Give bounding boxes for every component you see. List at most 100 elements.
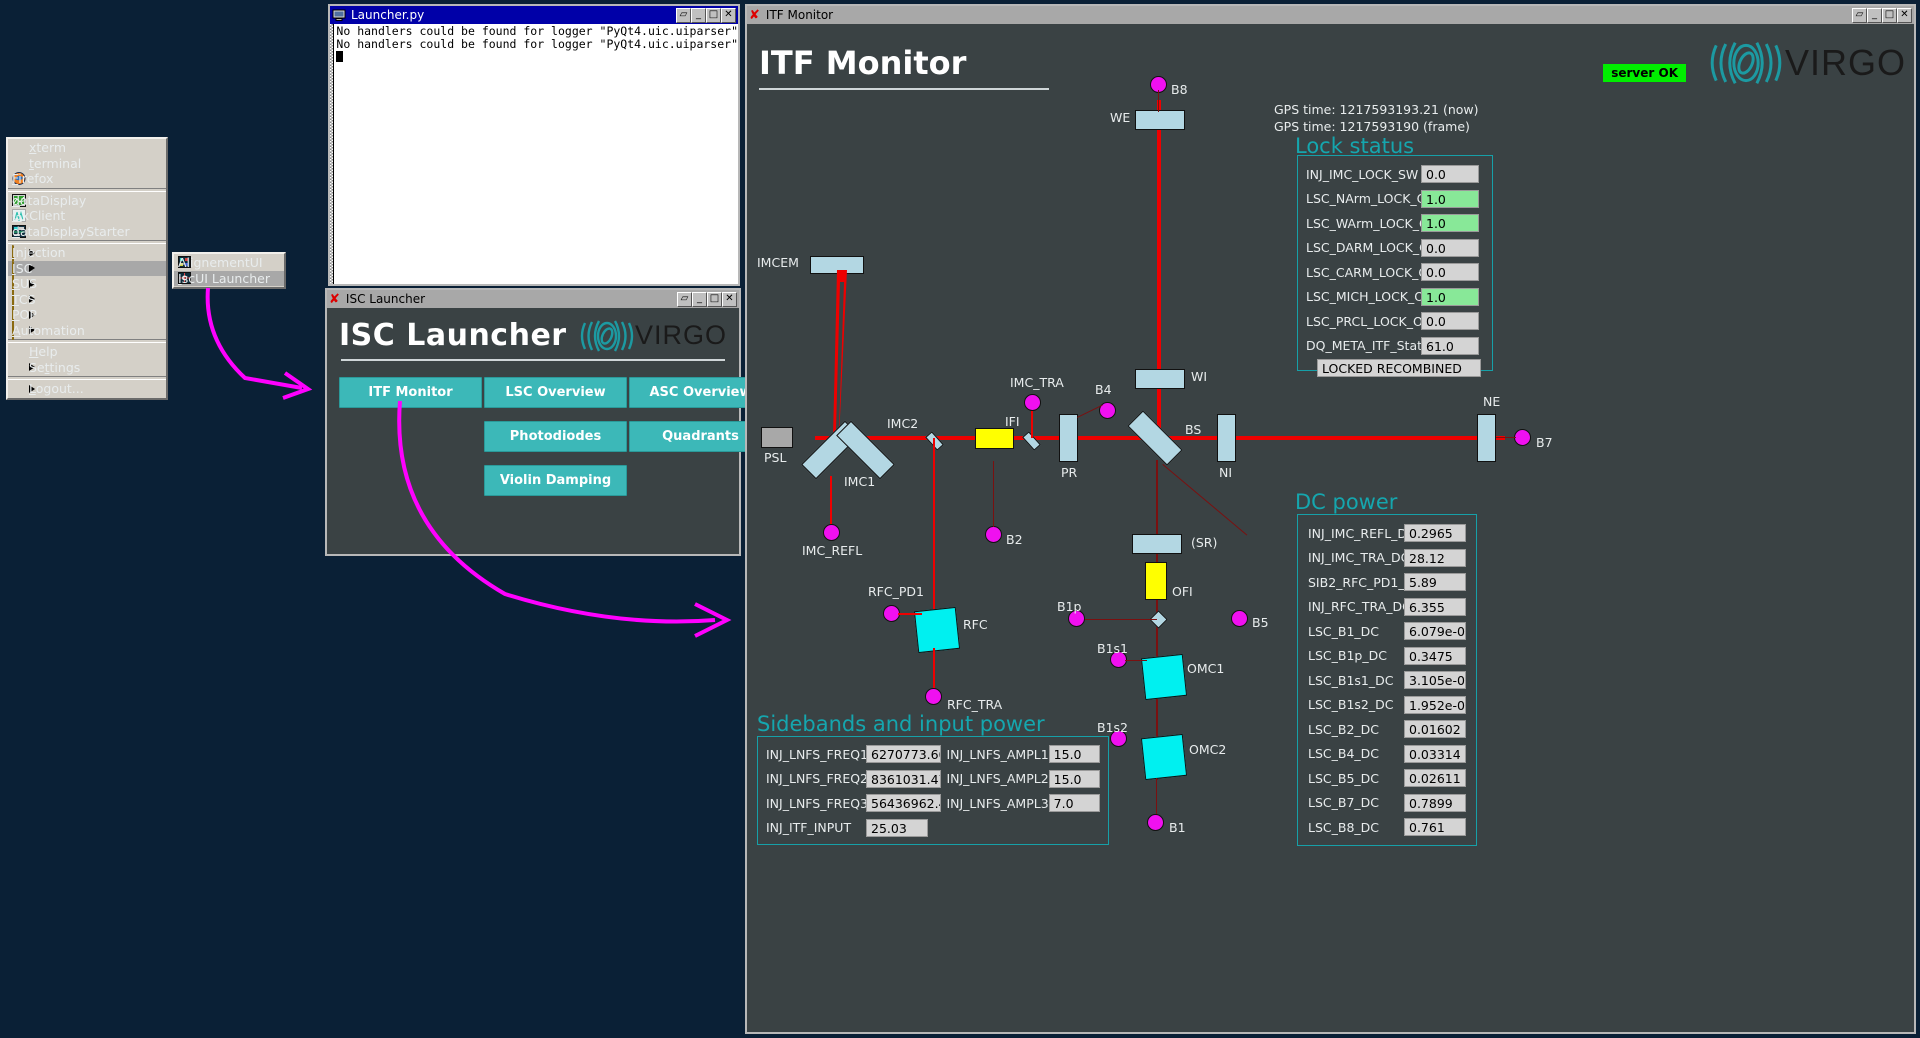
menu-item-help[interactable]: Help — [8, 344, 166, 360]
maximize-button[interactable]: □ — [1882, 7, 1897, 23]
launcher-py-titlebar[interactable]: Launcher.py ⏥ _ □ ✕ — [330, 6, 738, 24]
dc-power-value[interactable]: 6.079e-05 — [1404, 622, 1466, 641]
dc-power-value[interactable]: 0.3475 — [1404, 646, 1466, 665]
button-column-2: LSC Overview Photodiodes Violin Damping — [484, 377, 627, 496]
b7-label: B7 — [1536, 435, 1553, 450]
minimize-button[interactable]: _ — [692, 291, 707, 307]
sideband-value[interactable]: 8361031.47 — [866, 769, 942, 788]
sideband-value-2[interactable]: 15.0 — [1048, 769, 1100, 788]
itf-monitor-button[interactable]: ITF Monitor — [339, 377, 482, 408]
gps-time-frame: GPS time: 1217593190 (frame) — [1274, 119, 1470, 134]
lock-status-value[interactable]: 1.0 — [1421, 214, 1479, 233]
close-icon[interactable]: ✘ — [749, 8, 760, 23]
window-controls[interactable]: ⏥ _ □ ✕ — [676, 7, 736, 23]
close-button[interactable]: ✕ — [722, 291, 737, 307]
window-controls[interactable]: ⏥ _ □ ✕ — [1852, 7, 1912, 23]
sr-label: (SR) — [1191, 535, 1218, 550]
lock-status-label: INJ_IMC_LOCK_SW — [1306, 166, 1419, 182]
close-button[interactable]: ✕ — [1897, 7, 1912, 23]
shade-button[interactable]: ⏥ — [676, 7, 691, 23]
dc-power-value[interactable]: 5.89 — [1404, 573, 1466, 592]
menu-item-terminal[interactable]: terminal — [8, 156, 166, 172]
dc-power-value[interactable]: 0.03314 — [1404, 744, 1466, 763]
lock-status-value[interactable]: 1.0 — [1421, 189, 1479, 208]
submenu-item-iscui-launcher[interactable]: IscUI Launcher — [174, 270, 284, 286]
dc-power-value[interactable]: 6.355 — [1404, 597, 1466, 616]
dc-power-row: LSC_B2_DC 0.01602 — [1308, 717, 1468, 742]
shade-button[interactable]: ⏥ — [677, 291, 692, 307]
minimize-button[interactable]: _ — [1867, 7, 1882, 23]
menu-item-automation[interactable]: Automation — [8, 322, 166, 340]
sideband-row: INJ_LNFS_FREQ1 6270773.60 INJ_LNFS_AMPL1… — [766, 742, 1100, 767]
menu-item-pop[interactable]: POP — [8, 307, 166, 325]
menu-item-datadisplaystarter[interactable]: dataDisplayStarter — [8, 224, 166, 240]
shade-button[interactable]: ⏥ — [1852, 7, 1867, 23]
title-divider — [759, 88, 1049, 90]
menu-item-firefox[interactable]: Firefox — [8, 171, 166, 187]
dc-power-value[interactable]: 0.761 — [1404, 818, 1466, 837]
dc-power-value[interactable]: 0.7899 — [1404, 793, 1466, 812]
photodiodes-button[interactable]: Photodiodes — [484, 421, 627, 452]
sideband-value-2[interactable]: 7.0 — [1048, 794, 1100, 813]
meta-itf-state-text: LOCKED RECOMBINED — [1317, 359, 1481, 377]
lock-status-value[interactable]: 1.0 — [1421, 287, 1479, 306]
imc-tra-photodiode[interactable] — [1024, 394, 1041, 411]
dc-power-title: DC power — [1295, 490, 1398, 514]
minimize-button[interactable]: _ — [691, 7, 706, 23]
menu-item-datadisplay[interactable]: dataDisplay — [8, 193, 166, 209]
menu-item-tcs[interactable]: TCS — [8, 291, 166, 309]
b7-photodiode[interactable] — [1514, 429, 1531, 446]
isc-launcher-titlebar[interactable]: ✘ ISC Launcher ⏥ _ □ ✕ — [327, 290, 739, 308]
imc-refl-photodiode[interactable] — [823, 524, 840, 541]
sideband-label: INJ_ITF_INPUT — [766, 820, 852, 836]
submenu-item-alignementui[interactable]: AlignementUI — [174, 255, 284, 271]
itf-monitor-titlebar[interactable]: ✘ ITF Monitor ⏥ _ □ ✕ — [747, 6, 1914, 24]
rfc-tra-photodiode[interactable] — [925, 688, 942, 705]
lock-status-value[interactable]: 0.0 — [1421, 312, 1479, 331]
menu-item-sus[interactable]: SUS — [8, 276, 166, 294]
dc-power-value[interactable]: 3.105e-05 — [1404, 671, 1466, 690]
menu-item-settings[interactable]: Settings — [8, 360, 166, 376]
dc-power-value[interactable]: 28.12 — [1404, 548, 1466, 567]
lock-status-value[interactable]: 0.0 — [1421, 238, 1479, 257]
itf-monitor-window[interactable]: ✘ ITF Monitor ⏥ _ □ ✕ ITF Monitor server… — [745, 4, 1916, 1034]
isc-launcher-window[interactable]: ✘ ISC Launcher ⏥ _ □ ✕ ISC Launcher VIRG… — [325, 288, 772, 556]
omc1-label: OMC1 — [1187, 661, 1225, 676]
menu-item-isc[interactable]: ISC — [8, 260, 166, 278]
root-menu[interactable]: xterm terminal Firefox dataDisplay GxCli… — [6, 137, 168, 400]
window-controls[interactable]: ⏥ _ □ ✕ — [677, 291, 737, 307]
we-label: WE — [1110, 110, 1131, 125]
sidebands-title: Sidebands and input power — [757, 712, 1045, 736]
maximize-button[interactable]: □ — [706, 7, 721, 23]
menu-item-xterm[interactable]: xterm — [8, 140, 166, 156]
menu-item-logout[interactable]: Logout... — [8, 381, 166, 397]
dc-power-value[interactable]: 0.02611 — [1404, 769, 1466, 788]
dc-power-value[interactable]: 0.01602 — [1404, 720, 1466, 739]
dc-power-value[interactable]: 1.952e-05 — [1404, 695, 1466, 714]
dc-power-label: SIB2_RFC_PD1_DC — [1308, 574, 1423, 590]
imc-cavity-beam — [833, 270, 847, 438]
maximize-button[interactable]: □ — [707, 291, 722, 307]
sideband-value-2[interactable]: 15.0 — [1048, 745, 1100, 764]
sideband-value[interactable]: 6270773.60 — [866, 745, 942, 764]
launcher-py-window[interactable]: Launcher.py ⏥ _ □ ✕ No handlers could be… — [328, 4, 740, 286]
lock-status-value[interactable]: 61.0 — [1421, 336, 1479, 355]
lock-status-value[interactable]: 0.0 — [1421, 263, 1479, 282]
violin-damping-button[interactable]: Violin Damping — [484, 465, 627, 496]
close-button[interactable]: ✕ — [721, 7, 736, 23]
b2-photodiode[interactable] — [985, 526, 1002, 543]
b5-photodiode[interactable] — [1231, 610, 1248, 627]
b1-photodiode[interactable] — [1147, 814, 1164, 831]
lsc-overview-button[interactable]: LSC Overview — [484, 377, 627, 408]
sideband-value[interactable]: 56436962.44 — [866, 794, 942, 813]
close-icon[interactable]: ✘ — [329, 292, 340, 307]
menu-item-gxclient[interactable]: GxClient — [8, 208, 166, 224]
sideband-value[interactable]: 25.03 — [866, 818, 928, 837]
menu-item-injection[interactable]: Injection — [8, 245, 166, 263]
virgo-waves-icon — [580, 319, 634, 352]
dc-power-value[interactable]: 0.2965 — [1404, 524, 1466, 543]
isc-submenu[interactable]: AlignementUI IscUI Launcher — [172, 252, 286, 289]
beam-b1p-link — [1079, 619, 1157, 620]
lock-status-value[interactable]: 0.0 — [1421, 165, 1479, 184]
dc-power-row: INJ_IMC_TRA_DC 28.12 — [1308, 546, 1468, 571]
